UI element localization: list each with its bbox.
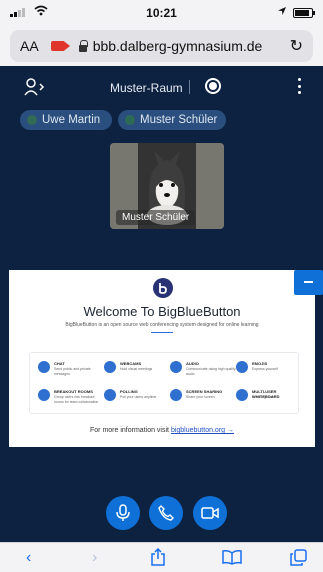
feature-item: SCREEN SHARING Share your screen [170, 387, 236, 413]
video-camera-icon [201, 507, 219, 519]
feature-item: BREAKOUT ROOMS Group users into breakout… [38, 387, 104, 413]
feature-item: POLLING Poll your users anytime [104, 387, 170, 413]
talking-indicator-icon [27, 115, 37, 125]
webcam-video[interactable]: Muster Schüler [110, 143, 224, 229]
lock-icon [78, 39, 88, 52]
record-icon[interactable] [205, 78, 221, 94]
feature-item: WEBCAMS Hold visual meetings [104, 359, 170, 385]
room-title: Muster-Raum [110, 81, 183, 95]
user-list-toggle-icon[interactable] [24, 78, 46, 96]
forward-icon[interactable]: › [92, 549, 97, 567]
url-field[interactable]: AA bbb.dalberg-gymnasium.de ↻ [10, 30, 313, 62]
leave-audio-button[interactable] [149, 496, 183, 530]
feature-item: EMOJIS Express yourself [236, 359, 302, 385]
screen-sharing-icon [170, 389, 182, 401]
location-icon [277, 6, 287, 19]
share-icon[interactable] [150, 547, 166, 571]
browser-toolbar: ‹ › [0, 542, 323, 572]
bigbluebutton-link[interactable]: bigbluebutton.org → [171, 427, 234, 434]
talking-indicator-icon [125, 115, 135, 125]
audio-icon [170, 361, 182, 373]
tabs-icon[interactable] [290, 549, 307, 571]
slide-divider [151, 332, 173, 333]
presentation-slide[interactable]: Welcome To BigBlueButton BigBlueButton i… [9, 270, 315, 447]
talker-chip[interactable]: Uwe Martin [20, 110, 112, 130]
url-text[interactable]: bbb.dalberg-gymnasium.de [93, 38, 263, 54]
webcam-icon [104, 361, 116, 373]
slide-title: Welcome To BigBlueButton [83, 304, 241, 319]
reload-icon[interactable]: ↻ [290, 36, 303, 56]
whiteboard-icon [236, 389, 248, 401]
emoji-icon [236, 361, 248, 373]
talker-name: Uwe Martin [42, 114, 101, 126]
clock: 10:21 [146, 6, 177, 20]
battery-icon [293, 8, 315, 18]
back-icon[interactable]: ‹ [26, 549, 31, 567]
browser-address-bar: AA bbb.dalberg-gymnasium.de ↻ [0, 26, 323, 66]
slide-subtitle: BigBlueButton is an open source web conf… [65, 322, 259, 328]
feature-item: CHAT Send public and private messages [38, 359, 104, 385]
camera-recording-icon [50, 41, 70, 51]
phone-icon [158, 505, 174, 521]
options-menu-icon[interactable] [298, 78, 302, 94]
microphone-icon [116, 504, 130, 521]
bigbluebutton-logo-icon [153, 278, 173, 298]
polling-icon [104, 389, 116, 401]
text-size-button[interactable]: AA [20, 38, 39, 54]
webcam-name-label: Muster Schüler [116, 210, 196, 225]
slide-footer-text: For more information visit [90, 427, 169, 434]
chat-icon [38, 361, 50, 373]
share-webcam-button[interactable] [193, 496, 227, 530]
talker-chip[interactable]: Muster Schüler [118, 110, 226, 130]
talker-name: Muster Schüler [140, 114, 218, 126]
bookmarks-icon[interactable] [222, 550, 242, 570]
divider [189, 80, 190, 94]
feature-item: AUDIO Communicate using high quality aud… [170, 359, 236, 385]
unmute-button[interactable] [106, 496, 140, 530]
meeting-header: Muster-Raum [0, 66, 323, 108]
feature-grid: CHAT Send public and private messages WE… [29, 352, 299, 414]
slide-footer: For more information visit bigbluebutton… [9, 427, 315, 434]
breakout-rooms-icon [38, 389, 50, 401]
feature-item: MULTI-USER WHITEBOARD Draw together [236, 387, 302, 413]
minimize-presentation-button[interactable] [294, 270, 323, 295]
status-bar: 10:21 [0, 0, 323, 26]
